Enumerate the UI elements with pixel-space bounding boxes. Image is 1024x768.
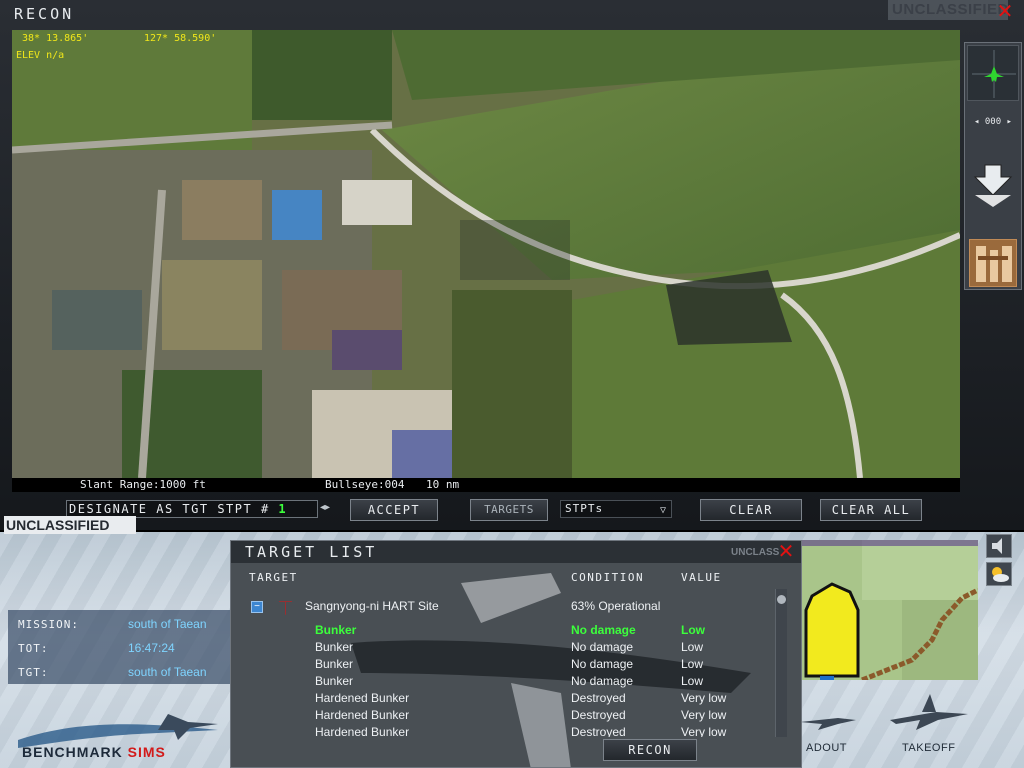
target-name: Bunker [315,640,354,654]
heading-value: 000 [984,117,1002,127]
aircraft-icon [972,50,1016,98]
clear-button[interactable]: CLEAR [700,499,802,521]
classification-overlay-text: UNCLASS [731,547,780,558]
target-site-row[interactable]: − ⏉ Sangnyong-ni HART Site 63% Operation… [245,599,775,616]
table-row[interactable]: Hardened Bunker Destroyed Very low [245,691,775,707]
target-condition: Destroyed [571,725,626,737]
mission-value: south of Taean [128,617,207,631]
table-row[interactable]: Bunker No damage Low [245,674,775,690]
target-list-title: TARGET LIST [245,543,378,561]
elevation-readout: ELEV n/a [16,50,65,61]
down-arrow-icon[interactable] [971,161,1015,209]
recon-imagery[interactable]: 38* 13.865' 127* 58.590' ELEV n/a [12,30,960,478]
table-row[interactable]: Hardened Bunker Destroyed Very low [245,708,775,724]
scrollbar-thumb[interactable] [777,595,786,604]
collapse-icon[interactable]: − [251,601,263,613]
slant-range-readout: Slant Range:1000 ft [80,478,206,491]
stpt-stepper[interactable]: ◂▸ [320,502,330,513]
target-value: Low [681,657,704,671]
heading-readout[interactable]: ◂ 000 ▸ [967,113,1019,131]
target-list-scrollbar[interactable] [775,589,787,737]
chevron-down-icon: ▽ [659,505,667,516]
target-condition: No damage [571,640,634,654]
weather-icon[interactable] [986,562,1012,586]
target-name: Hardened Bunker [315,691,410,705]
designate-text: DESIGNATE AS TGT STPT # [69,502,270,516]
recon-window: RECON UNCLASSIFIED ✕ 38* 13.865' 127* 58… [0,0,1024,532]
site-condition: 63% Operational [571,599,661,613]
target-list-window: TARGET LIST UNCLASS ✕ TARGET CONDITION V… [230,540,802,768]
mission-info-panel: MISSION: south of Taean TOT: 16:47:24 TG… [8,610,230,684]
site-name: Sangnyong-ni HART Site [305,599,439,613]
logo-text: BENCHMARK SIMS [22,744,166,760]
tgt-label: TGT: [18,666,49,679]
longitude-readout: 127* 58.590' [144,33,217,44]
satellite-image [12,30,960,478]
clear-all-button[interactable]: CLEAR ALL [820,499,922,521]
target-value: Low [681,623,705,637]
targets-button[interactable]: TARGETS [470,499,548,521]
target-name: Bunker [315,623,357,637]
building-icon[interactable] [969,239,1017,287]
loadout-aircraft-icon [800,718,856,730]
recon-title: RECON [14,5,75,23]
target-condition: No damage [571,657,634,671]
table-row[interactable]: Bunker No damage Low [245,640,775,656]
recon-tool-column: ◂ 000 ▸ [964,42,1022,290]
table-row[interactable]: Bunker No damage Low [245,623,775,639]
column-header-target[interactable]: TARGET [249,571,298,584]
target-name: Bunker [315,674,354,688]
loadout-label[interactable]: ADOUT [806,742,847,754]
target-condition: No damage [571,674,634,688]
logo-text-part1: BENCHMARK [22,744,128,760]
column-header-value[interactable]: VALUE [681,571,722,584]
tot-label: TOT: [18,642,49,655]
speaker-icon[interactable] [986,534,1012,558]
target-condition: Destroyed [571,708,626,722]
target-name: Bunker [315,657,354,671]
takeoff-aircraft-icon [890,694,968,730]
close-icon[interactable]: ✕ [996,1,1014,21]
accept-button[interactable]: ACCEPT [350,499,438,521]
recon-button[interactable]: RECON [603,739,697,761]
takeoff-label[interactable]: TAKEOFF [902,742,955,754]
stpts-selected: STPTs [565,502,604,515]
tgt-value: south of Taean [128,665,207,679]
orientation-indicator[interactable] [967,45,1019,101]
target-value: Very low [681,691,727,705]
column-header-condition[interactable]: CONDITION [571,571,644,584]
close-icon[interactable]: ✕ [777,541,795,561]
target-value: Very low [681,725,727,737]
classification-banner: UNCLASSIFIED [4,516,136,534]
recon-status-bar: Slant Range:1000 ft Bullseye:004 10 nm [12,478,960,492]
mission-label: MISSION: [18,618,79,631]
mini-map[interactable] [802,540,978,680]
stpt-number: 1 [278,502,288,516]
target-value: Low [681,674,704,688]
target-list: − ⏉ Sangnyong-ni HART Site 63% Operation… [245,587,775,737]
target-value: Very low [681,708,727,722]
classification-banner-top: UNCLASSIFIED [888,0,1008,20]
stpts-dropdown[interactable]: STPTs ▽ [560,500,672,518]
target-name: Hardened Bunker [315,725,410,737]
table-row[interactable]: Hardened Bunker Destroyed Very low [245,725,775,737]
target-name: Hardened Bunker [315,708,410,722]
tot-value: 16:47:24 [128,641,175,655]
target-value: Low [681,640,704,654]
bullseye-readout: Bullseye:004 [325,478,405,491]
bullseye-range-readout: 10 nm [426,478,460,491]
latitude-readout: 38* 13.865' [22,33,89,44]
target-condition: No damage [571,623,636,637]
table-row[interactable]: Bunker No damage Low [245,657,775,673]
target-condition: Destroyed [571,691,626,705]
bomb-icon: ⏉ [279,601,293,616]
logo-text-part2: SIMS [127,744,166,760]
